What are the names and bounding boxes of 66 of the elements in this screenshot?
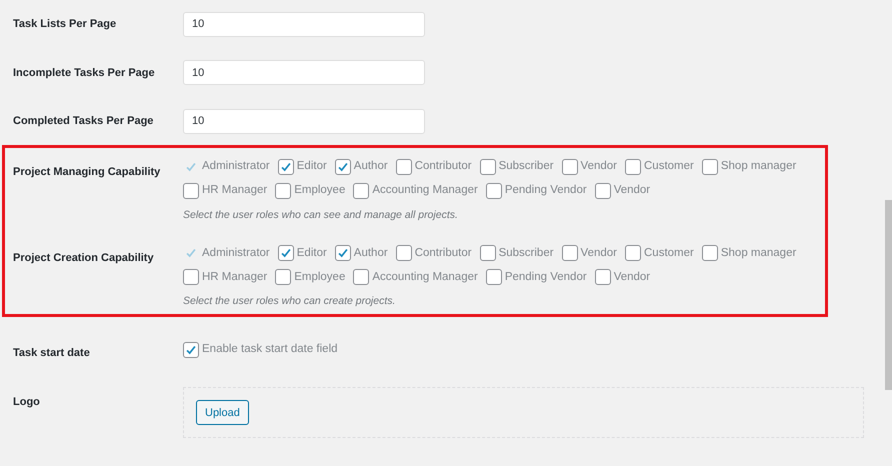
checkmark-icon xyxy=(278,246,293,260)
checkbox[interactable] xyxy=(278,158,294,174)
checkbox[interactable] xyxy=(353,269,370,286)
role-label[interactable]: HR Manager xyxy=(202,182,268,200)
checkbox[interactable] xyxy=(594,269,611,286)
checkbox[interactable] xyxy=(486,182,502,198)
setting-label: Project Managing Capability xyxy=(13,164,162,180)
checkbox[interactable] xyxy=(183,342,199,358)
setting-label: Task start date xyxy=(13,346,91,361)
checkbox[interactable] xyxy=(562,245,578,262)
checkbox[interactable] xyxy=(562,158,578,174)
checkbox[interactable] xyxy=(702,245,718,262)
role-label[interactable]: Customer xyxy=(644,244,694,262)
number-field[interactable]: 10 xyxy=(183,108,425,134)
role-label[interactable]: HR Manager xyxy=(202,268,268,286)
checkbox[interactable] xyxy=(486,269,502,286)
role-label[interactable]: Editor xyxy=(296,244,327,262)
number-field[interactable]: 10 xyxy=(183,60,425,86)
checkbox[interactable] xyxy=(625,158,641,174)
setting-label: Logo xyxy=(13,394,41,410)
role-label[interactable]: Author xyxy=(354,158,388,176)
checkbox[interactable] xyxy=(278,245,294,262)
role-label[interactable]: Shop manager xyxy=(720,158,796,176)
checkbox[interactable] xyxy=(702,158,718,174)
checkbox[interactable] xyxy=(275,269,292,286)
role-label[interactable]: Employee xyxy=(294,182,346,200)
role-label[interactable]: Vendor xyxy=(614,182,650,200)
role-label[interactable]: Pending Vendor xyxy=(504,268,587,286)
checkbox[interactable] xyxy=(480,158,496,174)
role-label[interactable]: Vendor xyxy=(580,158,617,176)
role-label[interactable]: Contributor xyxy=(414,158,472,176)
scrollbar-thumb[interactable] xyxy=(885,200,892,390)
role-label[interactable]: Editor xyxy=(296,158,327,176)
role-label[interactable]: Author xyxy=(354,244,388,262)
role-label[interactable]: Vendor xyxy=(614,268,650,286)
role-label[interactable]: Subscriber xyxy=(498,244,554,262)
setting-label: Project Creation Capability xyxy=(13,251,155,266)
option-label[interactable]: Enable task start date field xyxy=(202,341,338,358)
help-text: Select the user roles who can see and manage all projects. xyxy=(183,208,459,222)
role-label[interactable]: Accounting Manager xyxy=(372,182,478,200)
checkbox[interactable] xyxy=(183,269,199,286)
role-label[interactable]: Employee xyxy=(294,268,346,286)
checkbox[interactable] xyxy=(334,245,351,262)
setting-label: Incomplete Tasks Per Page xyxy=(13,66,156,80)
setting-label: Completed Tasks Per Page xyxy=(13,114,154,129)
checkbox[interactable] xyxy=(334,158,351,174)
upload-button[interactable]: Upload xyxy=(196,400,249,426)
number-field[interactable]: 10 xyxy=(183,12,425,37)
role-label[interactable]: Shop manager xyxy=(720,244,796,262)
checkmark-icon xyxy=(336,246,350,260)
checkbox[interactable] xyxy=(275,182,292,198)
role-label[interactable]: Vendor xyxy=(580,244,617,262)
role-label[interactable]: Subscriber xyxy=(498,158,554,176)
role-label[interactable]: Pending Vendor xyxy=(504,182,587,200)
setting-label: Task Lists Per Page xyxy=(13,17,118,32)
checkbox[interactable] xyxy=(353,182,370,198)
checkbox[interactable] xyxy=(594,182,611,198)
checkbox[interactable] xyxy=(396,158,412,174)
role-label[interactable]: Contributor xyxy=(414,244,472,262)
checkbox[interactable] xyxy=(396,245,412,262)
help-text: Select the user roles who can create projects. xyxy=(183,294,396,310)
checkbox[interactable] xyxy=(183,182,199,198)
role-label[interactable]: Customer xyxy=(644,158,694,176)
checkbox[interactable] xyxy=(480,245,496,262)
role-label[interactable]: Accounting Manager xyxy=(372,268,478,286)
checkbox[interactable] xyxy=(625,245,641,262)
